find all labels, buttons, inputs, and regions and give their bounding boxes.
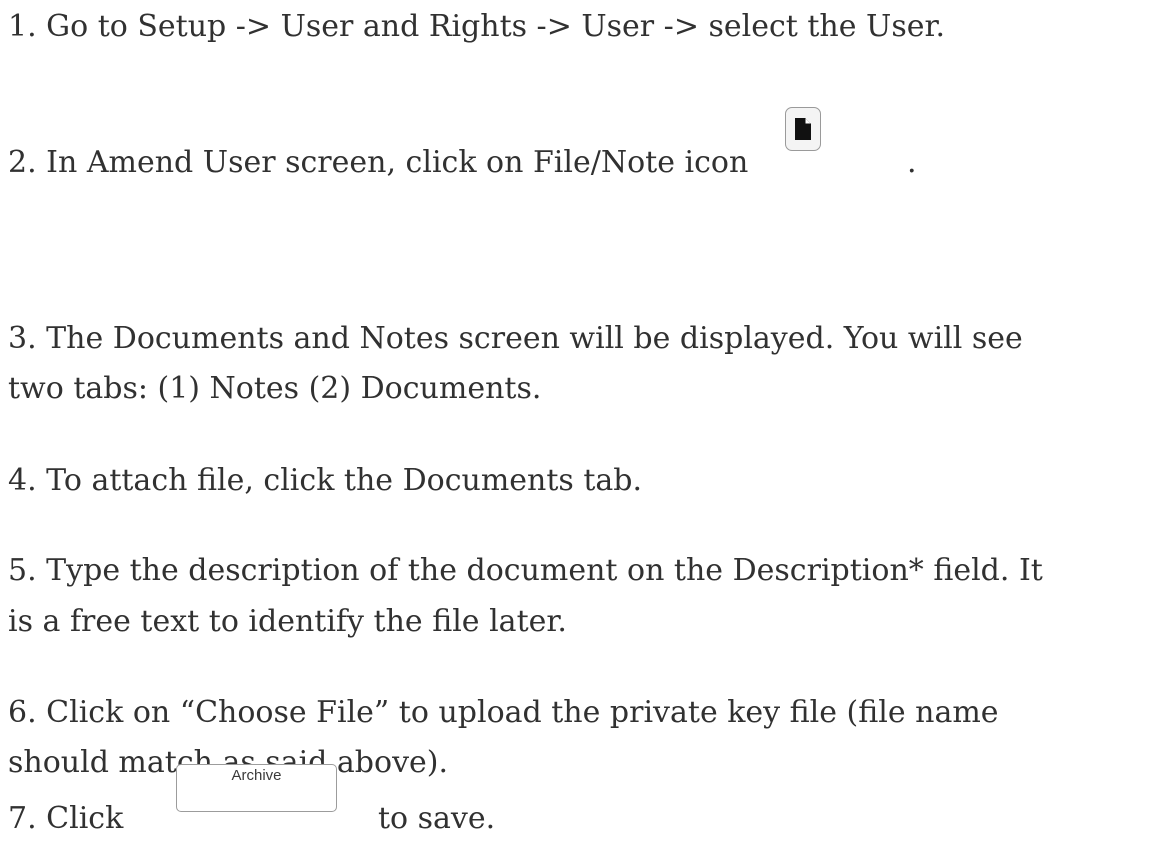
step-1-text: 1. Go to Setup -> User and Rights -> Use… xyxy=(8,9,946,44)
step-4-text: 4. To attach file, click the Documents t… xyxy=(8,463,643,498)
step-3-text-line-2: two tabs: (1) Notes (2) Documents. xyxy=(8,371,542,406)
step-6-text-line-1: 6. Click on “Choose File” to upload the … xyxy=(8,695,999,730)
step-2-period: . xyxy=(907,145,917,180)
step-2-text: 2. In Amend User screen, click on File/N… xyxy=(8,145,749,180)
step-7-prefix: 7. Click xyxy=(8,801,124,836)
file-note-icon xyxy=(794,117,812,141)
step-3-text-line-1: 3. The Documents and Notes screen will b… xyxy=(8,321,1023,356)
file-note-button[interactable] xyxy=(785,107,821,151)
step-5-text-line-2: is a free text to identify the file late… xyxy=(8,604,567,639)
step-5-text-line-1: 5. Type the description of the document … xyxy=(8,553,1043,588)
step-7-suffix: to save. xyxy=(378,801,496,836)
archive-button[interactable]: Archive xyxy=(176,764,337,812)
